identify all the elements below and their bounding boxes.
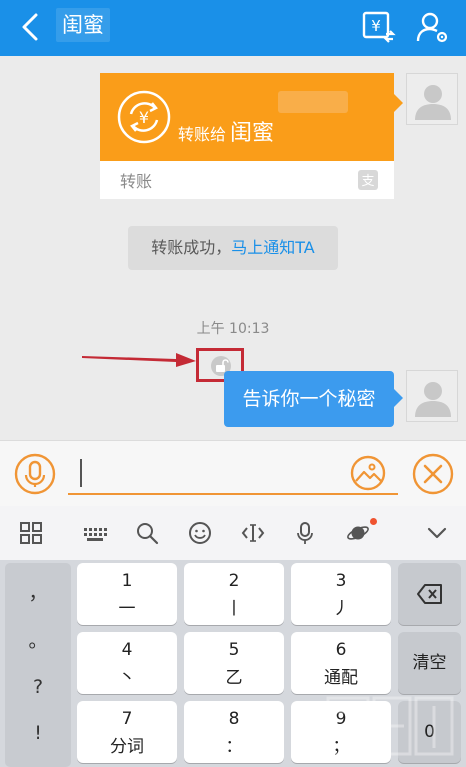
avatar[interactable] <box>406 370 458 422</box>
microphone-icon[interactable] <box>292 520 318 546</box>
skin-planet-icon[interactable] <box>345 520 371 546</box>
search-icon[interactable] <box>134 520 160 546</box>
symbol-key-exclaim[interactable]: ! <box>5 711 71 755</box>
title-container: 闺蜜 <box>56 8 110 42</box>
grid-icon[interactable] <box>18 520 44 546</box>
close-icon[interactable] <box>412 453 454 495</box>
chat-header: 闺蜜 ¥ <box>0 0 466 56</box>
system-notice: 转账成功，马上通知TA <box>128 226 338 270</box>
key-1[interactable]: 1 一 <box>77 563 177 625</box>
chat-area[interactable]: ¥ 转账给 闺蜜 转账 支 转账成功，马上通知TA 上午 10:13 告诉你一个… <box>0 56 466 440</box>
backspace-icon <box>417 584 442 604</box>
avatar[interactable] <box>406 73 458 125</box>
symbol-key-comma[interactable]: ， <box>5 571 71 615</box>
keyboard-icon[interactable] <box>82 520 108 546</box>
input-bar <box>0 440 466 506</box>
message-text: 告诉你一个秘密 <box>242 388 376 410</box>
key-3[interactable]: 3 丿 <box>291 563 391 625</box>
message-bubble[interactable]: 告诉你一个秘密 <box>224 371 394 427</box>
microphone-icon[interactable] <box>14 453 56 495</box>
user-settings-icon[interactable] <box>416 10 450 44</box>
svg-text:¥: ¥ <box>139 108 149 127</box>
key-9[interactable]: 9 ； <box>291 701 391 763</box>
key-6[interactable]: 6 通配 <box>291 632 391 694</box>
alipay-icon: 支 <box>358 170 378 190</box>
symbol-column[interactable]: ， 。 ? ! <box>5 563 71 767</box>
svg-text:¥: ¥ <box>371 17 381 35</box>
red-arrow-annotation <box>82 353 196 367</box>
keyboard: ， 。 ? ! 1 一 2 丨 3 丿 4 丶 5 乙 6 通配 清空 7 分词… <box>0 506 466 767</box>
key-5[interactable]: 5 乙 <box>184 632 284 694</box>
keyboard-toolbar <box>0 506 466 560</box>
chevron-down-icon[interactable] <box>424 520 450 546</box>
chevron-left-icon[interactable] <box>14 10 48 44</box>
transfer-yuan-icon: ¥ <box>117 90 171 144</box>
blurred-amount <box>278 91 348 113</box>
page-title: 闺蜜 <box>62 13 104 37</box>
transfer-type-label: 转账 <box>120 172 153 191</box>
transfer-recipient: 闺蜜 <box>230 121 275 146</box>
transfer-card[interactable]: ¥ 转账给 闺蜜 转账 支 <box>100 73 394 199</box>
key-0[interactable]: 0 <box>398 701 461 763</box>
clear-button[interactable]: 清空 <box>398 632 461 694</box>
timestamp: 上午 10:13 <box>196 321 270 337</box>
notify-link[interactable]: 马上通知TA <box>231 238 314 257</box>
symbol-key-period[interactable]: 。 <box>5 619 71 663</box>
key-4[interactable]: 4 丶 <box>77 632 177 694</box>
message-input[interactable] <box>68 455 398 495</box>
cursor-move-icon[interactable] <box>240 520 266 546</box>
user-silhouette-icon <box>415 85 451 120</box>
text-caret <box>80 459 82 487</box>
key-8[interactable]: 8 ： <box>184 701 284 763</box>
card-tail <box>394 94 403 112</box>
user-silhouette-icon <box>415 382 451 417</box>
backspace-button[interactable] <box>398 563 461 625</box>
transfer-card-top: ¥ 转账给 闺蜜 <box>100 73 394 161</box>
notice-text: 转账成功， <box>151 238 232 257</box>
symbol-key-question[interactable]: ? <box>5 665 71 709</box>
emoji-icon[interactable] <box>187 520 213 546</box>
transfer-to-label: 转账给 <box>178 125 227 144</box>
bubble-tail <box>394 389 403 407</box>
key-2[interactable]: 2 丨 <box>184 563 284 625</box>
yuan-transfer-icon[interactable]: ¥ <box>362 10 396 44</box>
key-7[interactable]: 7 分词 <box>77 701 177 763</box>
svg-text:支: 支 <box>361 174 374 189</box>
image-icon[interactable] <box>350 455 386 491</box>
notification-dot <box>370 518 377 525</box>
